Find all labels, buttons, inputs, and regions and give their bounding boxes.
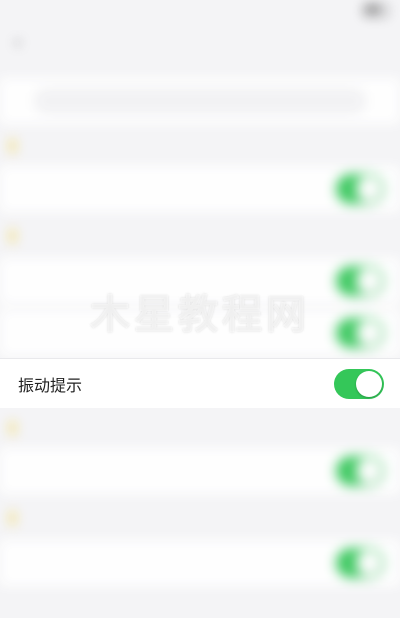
toggle-knob	[356, 370, 382, 397]
vibration-setting-row[interactable]: 振动提示	[0, 358, 400, 408]
toggle-knob	[356, 458, 382, 484]
status-bar	[0, 0, 400, 22]
battery-icon	[364, 5, 388, 17]
toggle-knob	[356, 550, 382, 576]
section-header-2	[0, 216, 400, 256]
settings-row-top[interactable]	[0, 78, 400, 124]
back-icon[interactable]: ‹	[14, 32, 21, 53]
vibration-label: 振动提示	[18, 375, 83, 395]
setting-row[interactable]	[0, 166, 400, 212]
value-field	[34, 88, 366, 114]
setting-row[interactable]	[0, 540, 400, 586]
vibration-toggle[interactable]	[334, 368, 384, 399]
section-bullet	[10, 421, 15, 435]
section-header-3	[0, 408, 400, 448]
toggle-switch[interactable]	[336, 548, 384, 578]
toggle-switch[interactable]	[336, 174, 384, 204]
section-bullet	[10, 229, 15, 243]
toggle-switch[interactable]	[336, 456, 384, 486]
nav-bar: ‹	[0, 22, 400, 66]
toggle-knob	[356, 176, 382, 202]
section-bullet	[10, 511, 15, 525]
section-header-1	[0, 126, 400, 166]
setting-row[interactable]	[0, 448, 400, 494]
watermark-text: 木星教程网	[90, 292, 310, 338]
section-bullet	[10, 139, 15, 153]
section-header-4	[0, 498, 400, 538]
